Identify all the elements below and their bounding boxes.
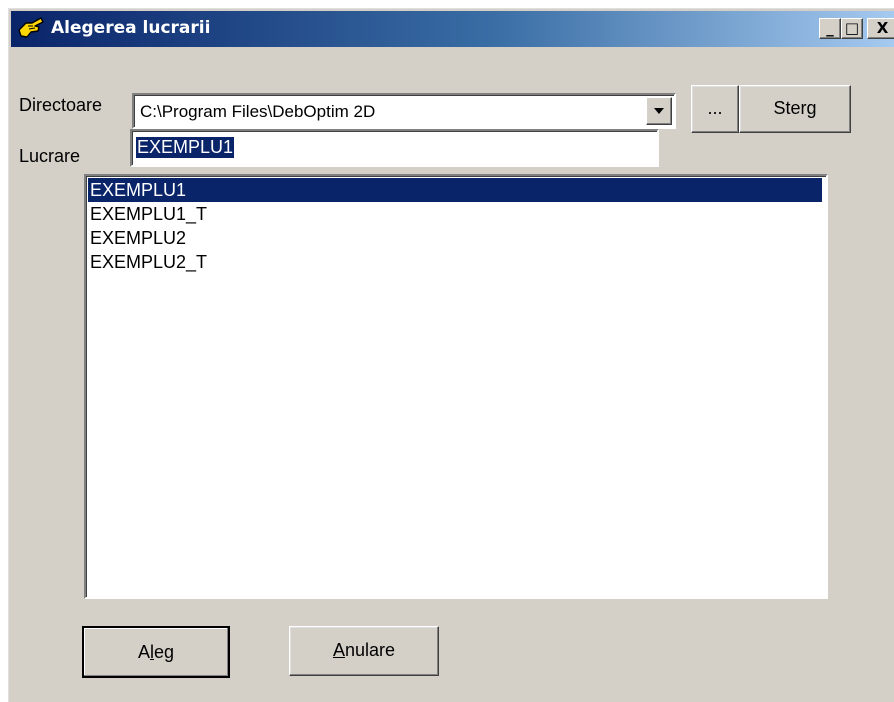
lucrare-input[interactable]: EXEMPLU1: [130, 129, 659, 167]
list-item[interactable]: EXEMPLU1_T: [88, 202, 822, 226]
minimize-button[interactable]: _: [819, 18, 841, 39]
directoare-label: Directoare: [19, 95, 103, 115]
sterg-button[interactable]: Sterg: [739, 85, 851, 133]
list-item[interactable]: EXEMPLU2_T: [88, 250, 822, 274]
lucrare-input-value: EXEMPLU1: [136, 137, 235, 158]
lucrare-label: Lucrare: [19, 146, 81, 166]
dropdown-button[interactable]: [646, 97, 672, 125]
lucrari-listbox[interactable]: EXEMPLU1 EXEMPLU1_T EXEMPLU2 EXEMPLU2_T: [84, 174, 828, 599]
window-title: Alegerea lucrarii: [51, 18, 211, 38]
list-item[interactable]: EXEMPLU1: [88, 178, 822, 202]
down-arrow-icon: [654, 108, 664, 114]
title-bar[interactable]: Alegerea lucrarii _ □ X: [11, 11, 894, 47]
close-button[interactable]: X: [867, 18, 894, 39]
aleg-button-label: Aleg: [137, 642, 175, 662]
anulare-button-label: Anulare: [332, 640, 396, 660]
directory-combobox[interactable]: C:\Program Files\DebOptim 2D: [132, 93, 676, 129]
list-item[interactable]: EXEMPLU2: [88, 226, 822, 250]
hand-cursor-icon: [17, 16, 45, 42]
directory-value: C:\Program Files\DebOptim 2D: [140, 102, 376, 121]
aleg-button[interactable]: Aleg: [82, 626, 230, 678]
anulare-button[interactable]: Anulare: [289, 626, 439, 676]
browse-button[interactable]: ...: [691, 85, 739, 133]
maximize-button[interactable]: □: [841, 18, 863, 39]
dialog-window: Alegerea lucrarii _ □ X Directoare C:\Pr…: [8, 8, 894, 702]
